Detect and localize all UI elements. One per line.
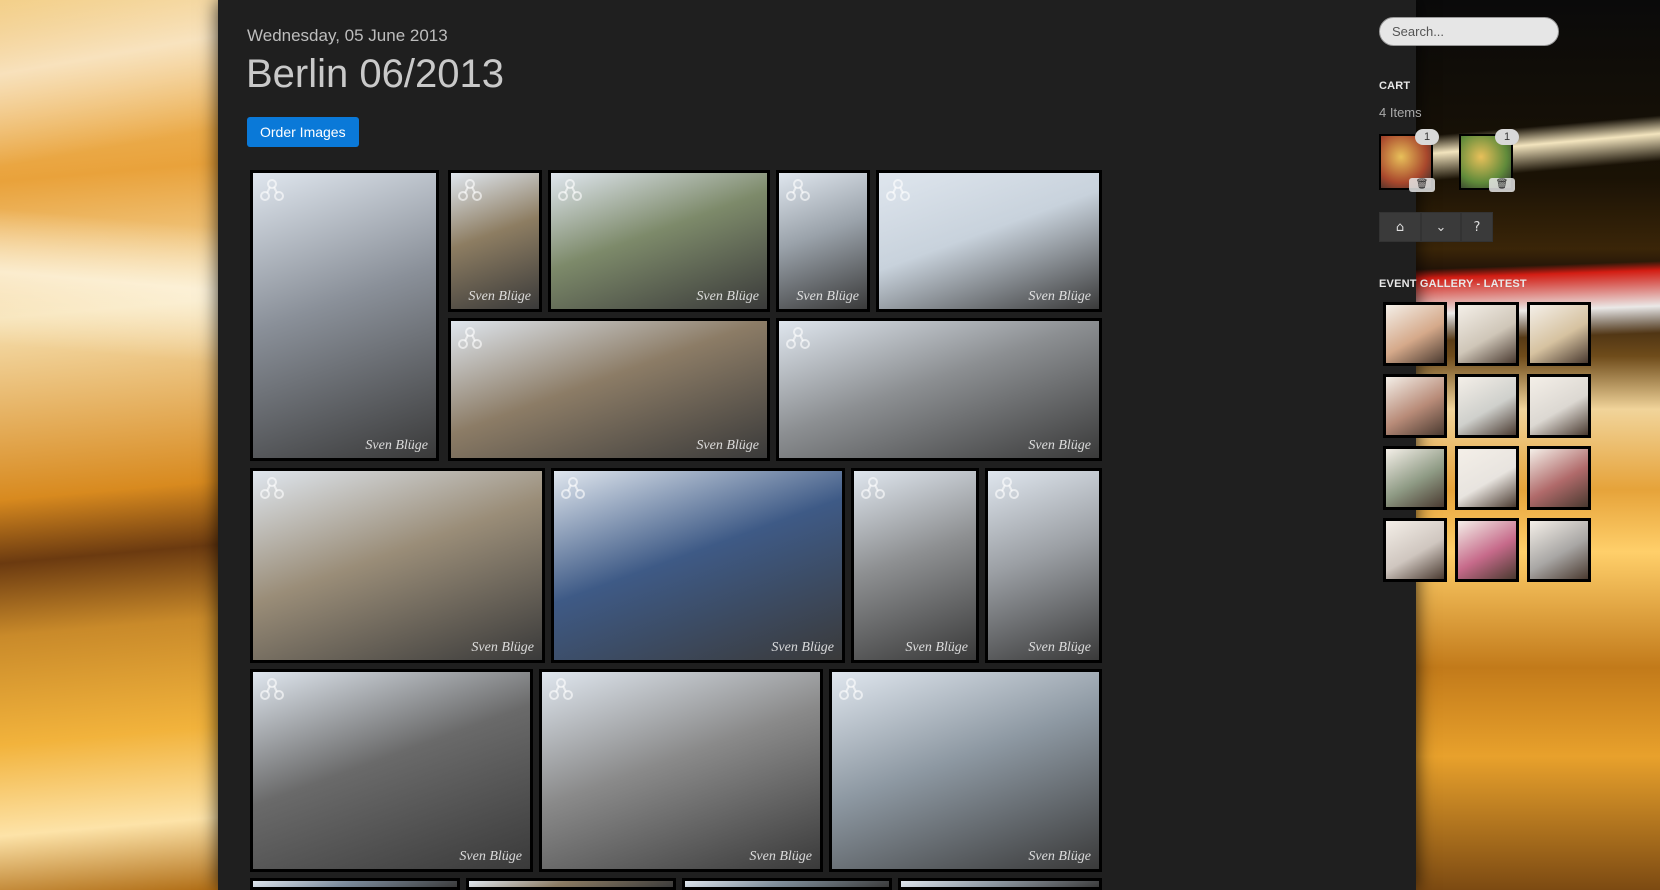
share-icon[interactable] [259, 476, 285, 500]
share-icon[interactable] [885, 178, 911, 202]
quantity-badge: 1 [1495, 129, 1519, 145]
share-icon[interactable] [785, 326, 811, 350]
gallery-photo[interactable]: Sven Blüge [250, 170, 439, 461]
watermark: Sven Blüge [905, 640, 968, 655]
event-thumb[interactable] [1527, 446, 1591, 510]
share-icon[interactable] [259, 677, 285, 701]
gallery-photo[interactable]: Sven Blüge [539, 669, 823, 872]
gallery-photo[interactable] [250, 878, 460, 890]
gallery-photo[interactable] [682, 878, 892, 890]
event-thumb[interactable] [1455, 446, 1519, 510]
event-thumb[interactable] [1455, 302, 1519, 366]
share-icon[interactable] [907, 886, 933, 887]
event-thumb[interactable] [1455, 374, 1519, 438]
basket-icon: ⌂ [1395, 219, 1405, 235]
cart-count: 4 Items [1379, 105, 1422, 120]
share-icon[interactable] [785, 178, 811, 202]
watermark: Sven Blüge [1028, 438, 1091, 453]
event-thumb[interactable] [1383, 302, 1447, 366]
event-thumb[interactable] [1455, 518, 1519, 582]
cart-home-button[interactable]: ⌂ [1379, 212, 1421, 242]
share-icon[interactable] [548, 677, 574, 701]
gallery-photo[interactable]: Sven Blüge [876, 170, 1102, 312]
order-images-button[interactable]: Order Images [247, 117, 359, 147]
share-icon[interactable] [259, 886, 285, 887]
share-icon[interactable] [259, 178, 285, 202]
search-input[interactable] [1379, 17, 1559, 46]
cart-heading: CART [1379, 80, 1411, 92]
event-gallery-heading: EVENT GALLERY - LATEST [1379, 278, 1527, 290]
cart-toolbar: ⌂ ⌄ ? [1379, 212, 1493, 242]
watermark: Sven Blüge [1028, 289, 1091, 304]
share-icon[interactable] [457, 178, 483, 202]
gallery-photo[interactable]: Sven Blüge [448, 170, 542, 312]
gallery-photo[interactable]: Sven Blüge [548, 170, 770, 312]
watermark: Sven Blüge [696, 289, 759, 304]
watermark: Sven Blüge [468, 289, 531, 304]
event-thumb[interactable] [1383, 374, 1447, 438]
share-icon[interactable] [457, 326, 483, 350]
watermark: Sven Blüge [771, 640, 834, 655]
watermark: Sven Blüge [749, 849, 812, 864]
cart-item-thumb[interactable]: 1 🗑 [1459, 129, 1519, 192]
cart-menu-button[interactable]: ⌄ [1421, 212, 1461, 242]
share-icon[interactable] [994, 476, 1020, 500]
event-gallery-grid [1383, 302, 1591, 582]
share-icon[interactable] [691, 886, 717, 887]
gallery-photo[interactable]: Sven Blüge [851, 468, 979, 663]
cart-item-thumb[interactable]: 1 🗑 [1379, 129, 1439, 192]
watermark: Sven Blüge [796, 289, 859, 304]
gallery-photo[interactable]: Sven Blüge [250, 669, 533, 872]
background-left [0, 0, 218, 890]
gallery-photo[interactable] [898, 878, 1102, 890]
watermark: Sven Blüge [365, 438, 428, 453]
event-thumb[interactable] [1383, 446, 1447, 510]
gallery-photo[interactable]: Sven Blüge [776, 318, 1102, 461]
gallery-photo[interactable]: Sven Blüge [829, 669, 1102, 872]
remove-icon[interactable]: 🗑 [1489, 178, 1515, 192]
gallery-photo[interactable]: Sven Blüge [250, 468, 545, 663]
gallery-photo[interactable]: Sven Blüge [448, 318, 770, 461]
content-panel: Wednesday, 05 June 2013 Berlin 06/2013 O… [218, 0, 1591, 890]
event-thumb[interactable] [1383, 518, 1447, 582]
share-icon[interactable] [557, 178, 583, 202]
share-icon[interactable] [838, 677, 864, 701]
event-thumb[interactable] [1527, 518, 1591, 582]
watermark: Sven Blüge [1028, 849, 1091, 864]
share-icon[interactable] [475, 886, 501, 887]
gallery-photo[interactable]: Sven Blüge [551, 468, 845, 663]
watermark: Sven Blüge [471, 640, 534, 655]
gallery-photo[interactable] [466, 878, 676, 890]
gallery-photo[interactable]: Sven Blüge [776, 170, 870, 312]
event-thumb[interactable] [1527, 374, 1591, 438]
quantity-badge: 1 [1415, 129, 1439, 145]
cart-help-button[interactable]: ? [1461, 212, 1493, 242]
post-date: Wednesday, 05 June 2013 [247, 26, 448, 45]
share-icon[interactable] [560, 476, 586, 500]
event-thumb[interactable] [1527, 302, 1591, 366]
page-title: Berlin 06/2013 [246, 52, 504, 96]
gallery-photo[interactable]: Sven Blüge [985, 468, 1102, 663]
remove-icon[interactable]: 🗑 [1409, 178, 1435, 192]
share-icon[interactable] [860, 476, 886, 500]
watermark: Sven Blüge [459, 849, 522, 864]
chevron-down-icon: ⌄ [1435, 219, 1447, 235]
watermark: Sven Blüge [1028, 640, 1091, 655]
watermark: Sven Blüge [696, 438, 759, 453]
